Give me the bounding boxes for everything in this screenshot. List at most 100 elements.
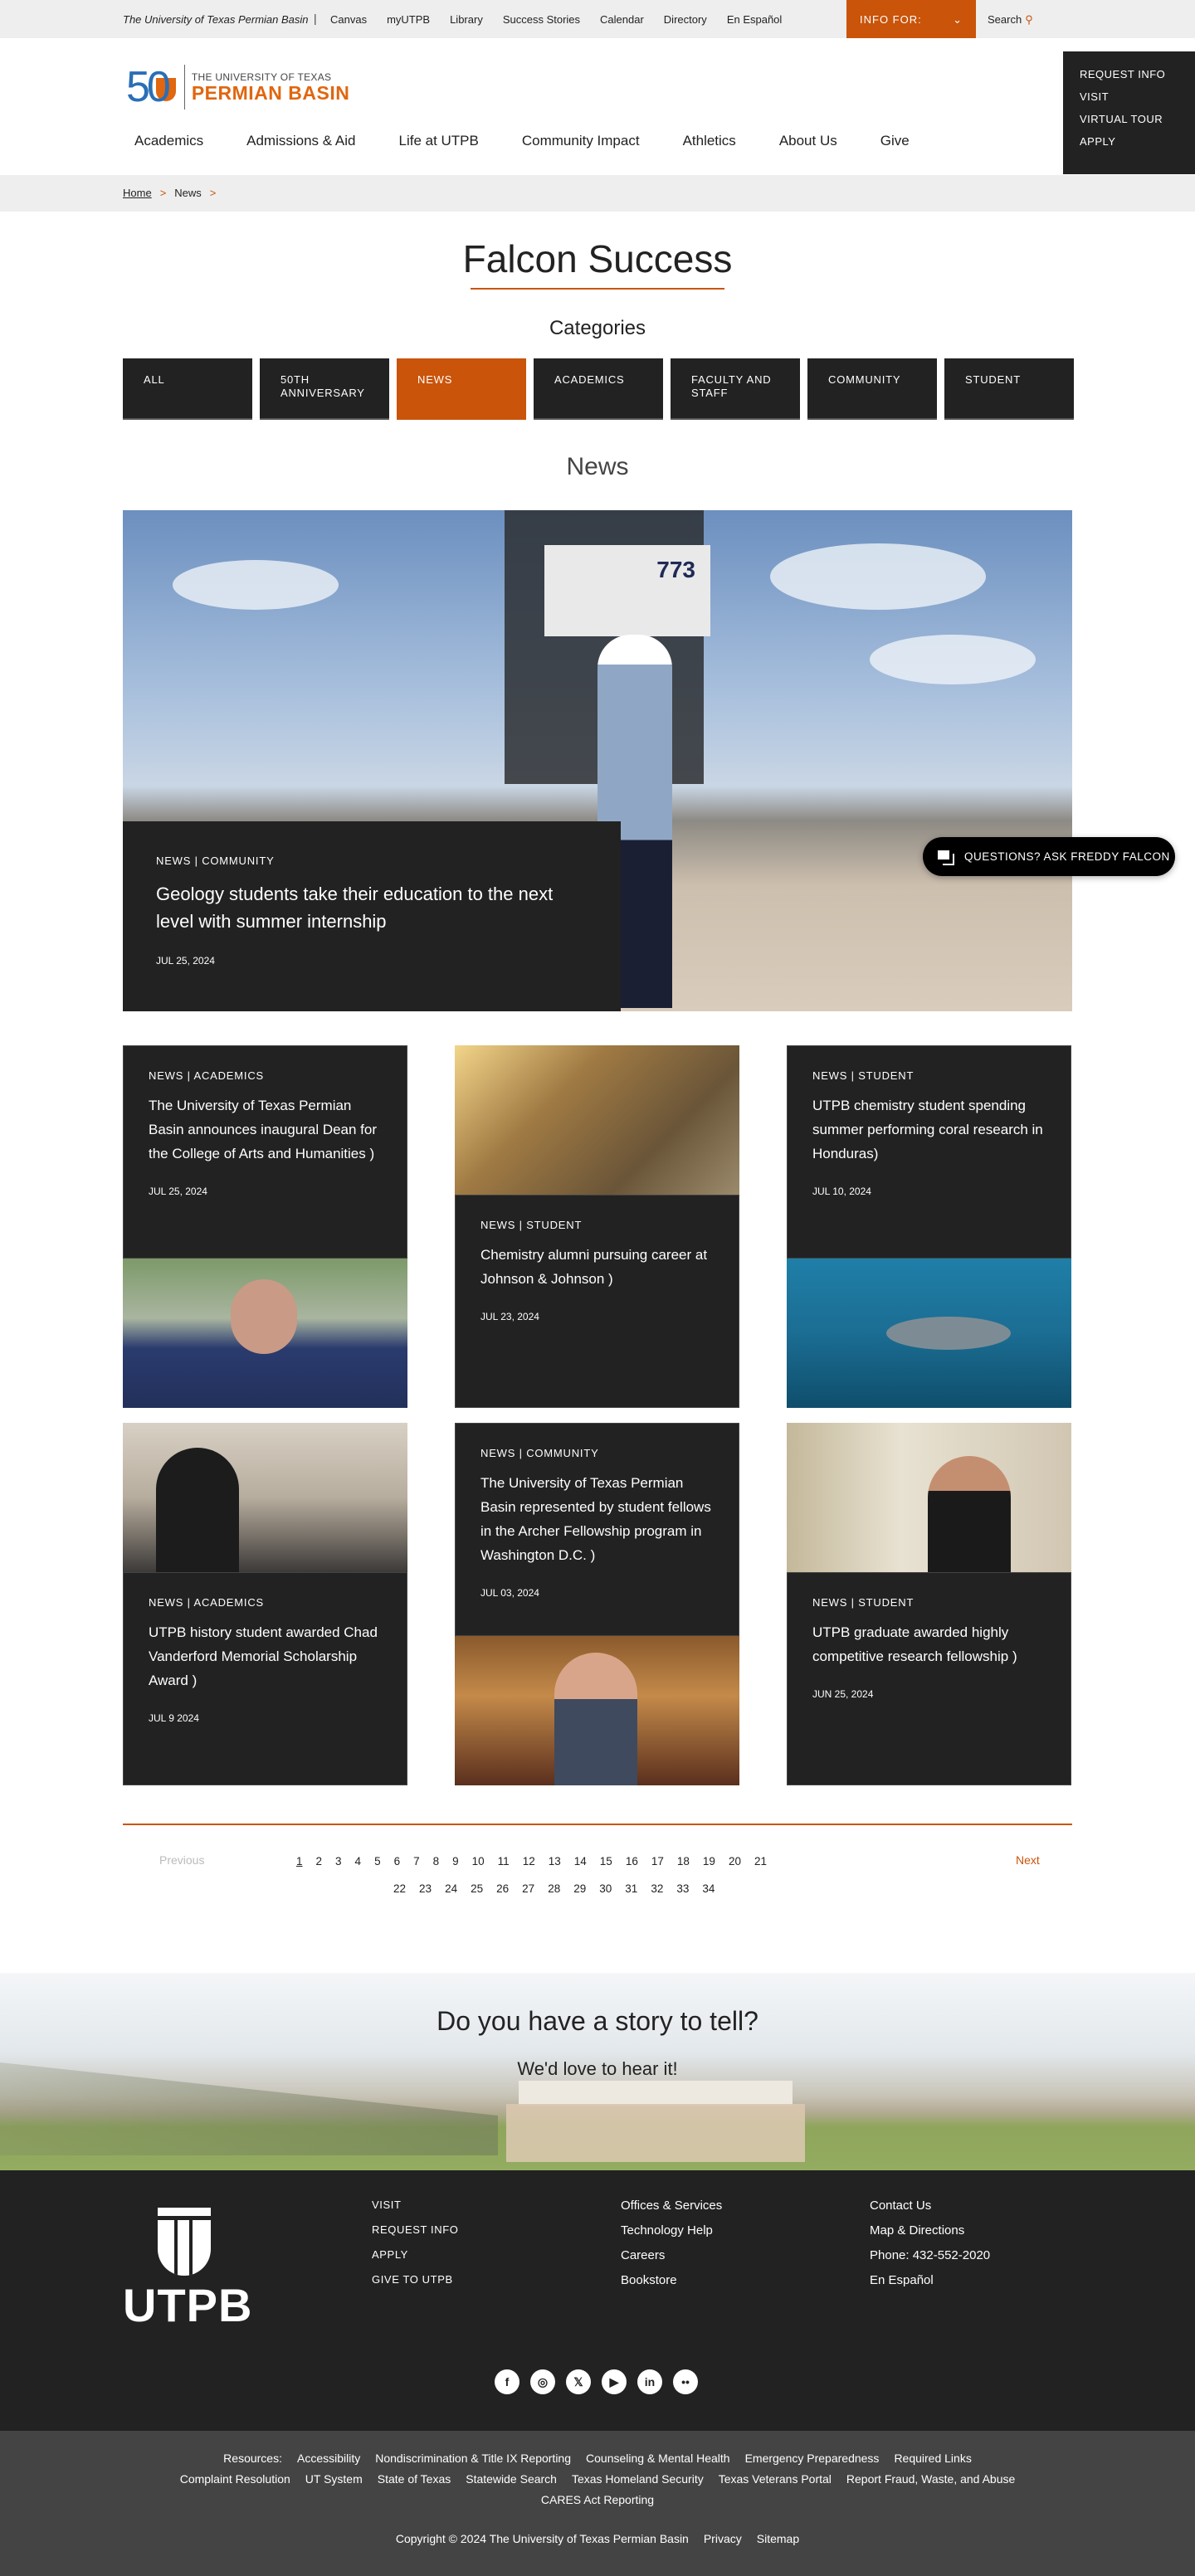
nav-academics[interactable]: Academics	[134, 133, 203, 149]
story-subheading[interactable]: We'd love to hear it!	[0, 2058, 1195, 2080]
page-link[interactable]: 4	[355, 1855, 362, 1867]
article-headline[interactable]: The University of Texas Permian Basin re…	[480, 1471, 714, 1567]
page-link[interactable]: 15	[600, 1855, 612, 1867]
breadcrumb-home[interactable]: Home	[123, 187, 152, 199]
article-card[interactable]: NEWS | ACADEMICS UTPB history student aw…	[123, 1572, 407, 1785]
article-headline[interactable]: UTPB history student awarded Chad Vander…	[149, 1620, 382, 1692]
utility-link-espanol[interactable]: En Español	[727, 13, 783, 26]
article-headline[interactable]: UTPB chemistry student spending summer p…	[812, 1093, 1046, 1166]
facebook-icon[interactable]: f	[495, 2369, 519, 2394]
article-headline[interactable]: Chemistry alumni pursuing career at John…	[480, 1243, 714, 1291]
flickr-icon[interactable]: ••	[673, 2369, 698, 2394]
utility-link-calendar[interactable]: Calendar	[600, 13, 644, 26]
page-link[interactable]: 24	[445, 1882, 457, 1895]
page-link[interactable]: 11	[498, 1855, 510, 1867]
page-link[interactable]: 7	[413, 1855, 420, 1867]
resource-link[interactable]: Texas Veterans Portal	[719, 2472, 832, 2486]
page-link[interactable]: 32	[651, 1882, 663, 1895]
page-link[interactable]: 8	[433, 1855, 440, 1867]
page-link[interactable]: 17	[651, 1855, 664, 1867]
article-card[interactable]: NEWS | COMMUNITY The University of Texas…	[455, 1423, 739, 1636]
article-image[interactable]	[455, 1045, 739, 1195]
resource-link[interactable]: UT System	[305, 2472, 363, 2486]
page-link[interactable]: 6	[394, 1855, 401, 1867]
footer-link-map[interactable]: Map & Directions	[870, 2223, 990, 2238]
resource-link[interactable]: Texas Homeland Security	[572, 2472, 704, 2486]
quick-link-visit[interactable]: VISIT	[1080, 90, 1195, 103]
resource-link[interactable]: Emergency Preparedness	[745, 2452, 880, 2465]
article-card[interactable]: NEWS | STUDENT Chemistry alumni pursuing…	[455, 1195, 739, 1408]
article-card[interactable]: NEWS | ACADEMICS The University of Texas…	[123, 1045, 407, 1259]
category-faculty-staff[interactable]: FACULTY AND STAFF	[671, 358, 800, 420]
page-link[interactable]: 12	[523, 1855, 535, 1867]
page-link[interactable]: 13	[549, 1855, 561, 1867]
footer-link-tech-help[interactable]: Technology Help	[621, 2223, 722, 2238]
nav-give[interactable]: Give	[880, 133, 910, 149]
resource-link[interactable]: Complaint Resolution	[180, 2472, 290, 2486]
linkedin-icon[interactable]: in	[637, 2369, 662, 2394]
resource-link[interactable]: Accessibility	[297, 2452, 360, 2465]
footer-link-careers[interactable]: Careers	[621, 2248, 722, 2262]
page-link[interactable]: 10	[472, 1855, 485, 1867]
search-button[interactable]: Search ⚲	[988, 13, 1033, 27]
category-community[interactable]: COMMUNITY	[807, 358, 937, 420]
nav-about-us[interactable]: About Us	[779, 133, 837, 149]
article-headline[interactable]: The University of Texas Permian Basin an…	[149, 1093, 382, 1166]
resource-link[interactable]: Counseling & Mental Health	[586, 2452, 730, 2465]
page-link[interactable]: 26	[496, 1882, 509, 1895]
nav-community-impact[interactable]: Community Impact	[522, 133, 640, 149]
ask-freddy-falcon-button[interactable]: QUESTIONS? ASK FREDDY FALCON	[923, 837, 1175, 876]
page-link[interactable]: 21	[754, 1855, 767, 1867]
category-student[interactable]: STUDENT	[944, 358, 1074, 420]
category-all[interactable]: ALL	[123, 358, 252, 420]
nav-life-at-utpb[interactable]: Life at UTPB	[398, 133, 478, 149]
article-image[interactable]	[123, 1259, 407, 1408]
resource-link[interactable]: Statewide Search	[466, 2472, 557, 2486]
nav-athletics[interactable]: Athletics	[683, 133, 736, 149]
utpb-logo[interactable]: 50 THE UNIVERSITY OF TEXAS PERMIAN BASIN	[126, 65, 349, 110]
quick-link-apply[interactable]: APPLY	[1080, 135, 1195, 148]
article-image[interactable]	[455, 1636, 739, 1785]
sitemap-link[interactable]: Sitemap	[757, 2532, 799, 2545]
youtube-icon[interactable]: ▶	[602, 2369, 627, 2394]
page-link[interactable]: 18	[677, 1855, 690, 1867]
article-headline[interactable]: UTPB graduate awarded highly competitive…	[812, 1620, 1046, 1668]
utility-link-library[interactable]: Library	[450, 13, 483, 26]
page-link[interactable]: 29	[573, 1882, 586, 1895]
resource-link[interactable]: Nondiscrimination & Title IX Reporting	[375, 2452, 571, 2465]
page-link[interactable]: 31	[625, 1882, 637, 1895]
page-link[interactable]: 2	[316, 1855, 323, 1867]
utility-link-directory[interactable]: Directory	[664, 13, 707, 26]
pagination-previous[interactable]: Previous	[159, 1853, 204, 1867]
page-link[interactable]: 5	[374, 1855, 381, 1867]
privacy-link[interactable]: Privacy	[704, 2532, 742, 2545]
page-link[interactable]: 28	[548, 1882, 560, 1895]
featured-article-card[interactable]: NEWS | COMMUNITY Geology students take t…	[123, 821, 621, 1011]
article-card[interactable]: NEWS | STUDENT UTPB chemistry student sp…	[787, 1045, 1071, 1259]
footer-link-espanol[interactable]: En Español	[870, 2273, 990, 2287]
nav-admissions-aid[interactable]: Admissions & Aid	[246, 133, 355, 149]
page-link[interactable]: 34	[702, 1882, 715, 1895]
article-image[interactable]	[787, 1423, 1071, 1572]
footer-link-give[interactable]: GIVE TO UTPB	[372, 2273, 458, 2286]
footer-link-bookstore[interactable]: Bookstore	[621, 2273, 722, 2287]
footer-link-apply[interactable]: APPLY	[372, 2248, 458, 2261]
resource-link[interactable]: CARES Act Reporting	[541, 2493, 654, 2506]
resource-link[interactable]: Report Fraud, Waste, and Abuse	[846, 2472, 1015, 2486]
x-icon[interactable]: 𝕏	[566, 2369, 591, 2394]
footer-link-request-info[interactable]: REQUEST INFO	[372, 2223, 458, 2236]
footer-link-offices[interactable]: Offices & Services	[621, 2199, 722, 2213]
instagram-icon[interactable]: ◎	[530, 2369, 555, 2394]
utility-link-myutpb[interactable]: myUTPB	[387, 13, 430, 26]
page-link[interactable]: 3	[335, 1855, 342, 1867]
page-link[interactable]: 22	[393, 1882, 406, 1895]
page-link[interactable]: 16	[626, 1855, 638, 1867]
page-link[interactable]: 20	[729, 1855, 741, 1867]
page-link[interactable]: 14	[574, 1855, 587, 1867]
article-card[interactable]: NEWS | STUDENT UTPB graduate awarded hig…	[787, 1572, 1071, 1785]
article-headline[interactable]: Geology students take their education to…	[156, 880, 588, 935]
category-news[interactable]: NEWS	[397, 358, 526, 420]
page-link[interactable]: 9	[452, 1855, 459, 1867]
resource-link[interactable]: Required Links	[894, 2452, 971, 2465]
resource-link[interactable]: State of Texas	[378, 2472, 451, 2486]
